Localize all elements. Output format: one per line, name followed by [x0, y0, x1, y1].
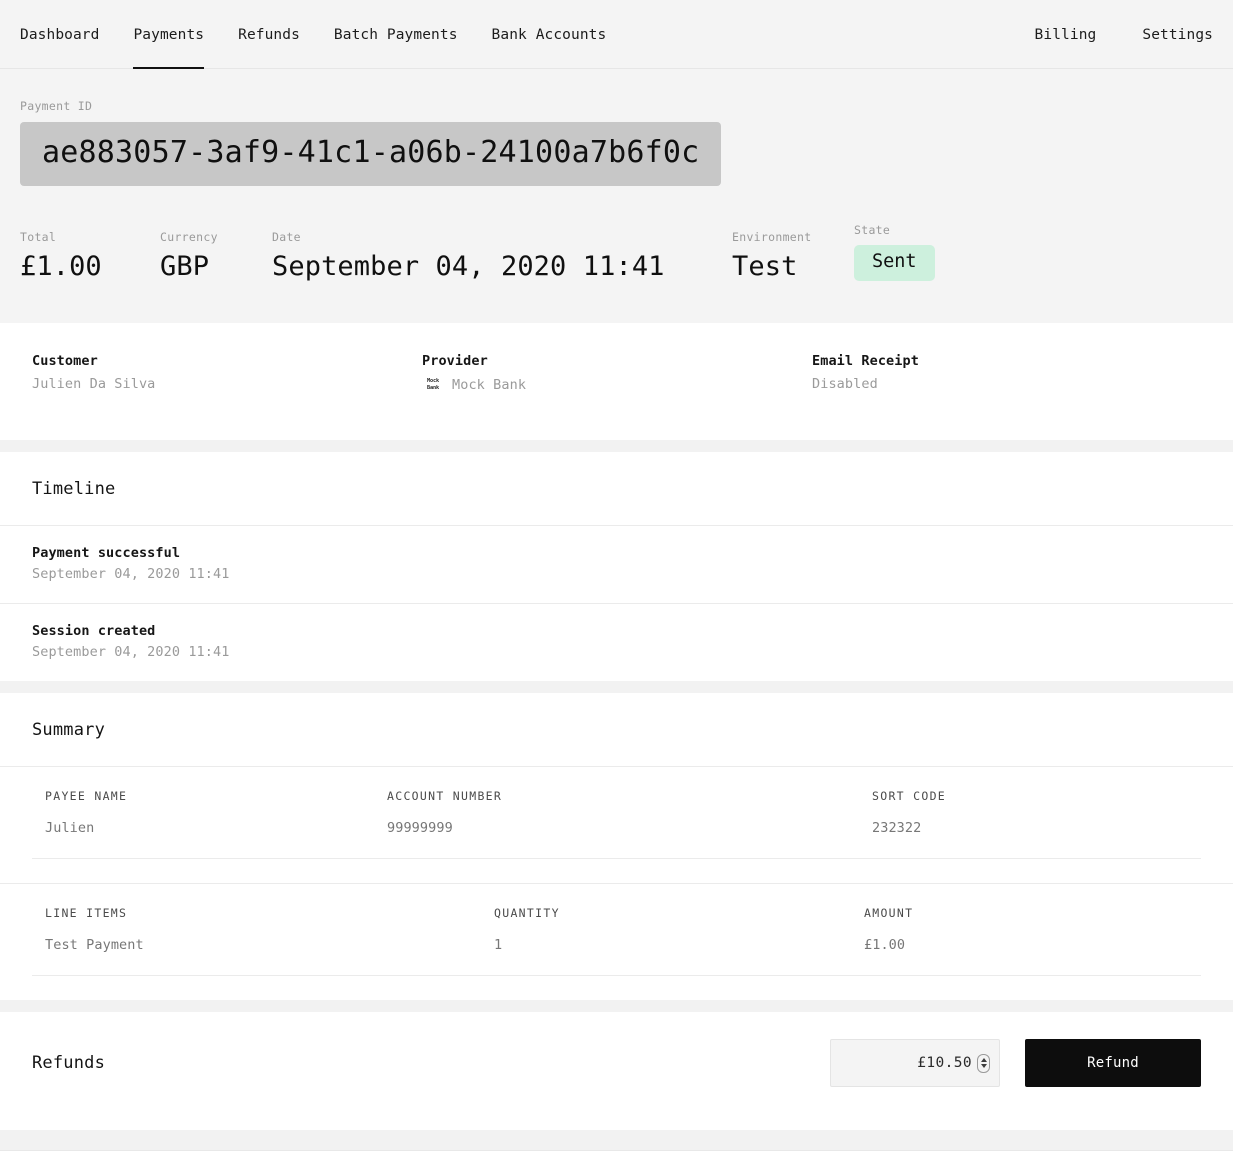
nav-item-refunds[interactable]: Refunds: [238, 0, 300, 69]
table-row: Test Payment 1 £1.00: [32, 920, 1201, 976]
refund-amount-input[interactable]: £10.50: [830, 1039, 1000, 1087]
refunds-row: Refunds £10.50 Refund: [32, 1039, 1201, 1087]
meta-date: Date September 04, 2020 11:41: [272, 230, 732, 281]
nav-item-settings[interactable]: Settings: [1142, 0, 1213, 69]
timeline-header: Timeline: [0, 452, 1233, 526]
nav-item-bank-accounts[interactable]: Bank Accounts: [492, 0, 607, 69]
section-gap: [0, 1000, 1233, 1012]
summary-card: Summary PAYEE NAME ACCOUNT NUMBER SORT C…: [0, 693, 1233, 1000]
table-spacer: [32, 859, 1201, 883]
email-receipt-value: Disabled: [812, 376, 878, 392]
summary-title: Summary: [32, 720, 106, 740]
refund-controls: £10.50 Refund: [830, 1039, 1201, 1087]
secondary-nav-group: Billing Settings: [989, 0, 1213, 69]
payment-id-value[interactable]: ae883057-3af9-41c1-a06b-24100a7b6f0c: [20, 122, 722, 186]
table-header-row: PAYEE NAME ACCOUNT NUMBER SORT CODE: [32, 767, 1201, 803]
top-navigation-bar: Dashboard Payments Refunds Batch Payment…: [0, 0, 1233, 69]
email-receipt-label: Email Receipt: [812, 353, 919, 369]
customer-label: Customer: [32, 353, 98, 369]
refunds-title: Refunds: [32, 1053, 106, 1073]
timeline-card: Timeline Payment successful September 04…: [0, 452, 1233, 681]
payment-meta-row: Total £1.00 Currency GBP Date September …: [20, 222, 1213, 281]
column-header-sort-code: SORT CODE: [872, 789, 947, 803]
state-label: State: [854, 222, 891, 237]
nav-item-billing[interactable]: Billing: [1035, 0, 1097, 69]
cell-account-number: 99999999: [387, 820, 453, 836]
refunds-card: Refunds £10.50 Refund: [0, 1012, 1233, 1130]
meta-state: State Sent: [854, 222, 935, 281]
number-stepper-icon[interactable]: [977, 1053, 990, 1073]
payment-detail-page: Dashboard Payments Refunds Batch Payment…: [0, 0, 1233, 1151]
bank-logo-line-1: Mock: [426, 377, 440, 384]
provider-value-row: Mock Bank Mock Bank: [422, 376, 812, 394]
refund-button[interactable]: Refund: [1025, 1039, 1201, 1087]
column-header-quantity: QUANTITY: [494, 906, 560, 920]
cell-line-item: Test Payment: [45, 937, 144, 953]
line-items-table: LINE ITEMS QUANTITY AMOUNT Test Payment …: [0, 884, 1233, 1000]
mock-bank-logo-icon: Mock Bank: [422, 376, 444, 394]
customer-block: Customer Julien Da Silva: [32, 353, 422, 394]
column-header-line-items: LINE ITEMS: [45, 906, 128, 920]
environment-label: Environment: [732, 229, 812, 244]
cell-quantity: 1: [494, 937, 503, 953]
payment-id-label: Payment ID: [20, 99, 93, 113]
email-receipt-block: Email Receipt Disabled: [812, 353, 919, 394]
timeline-event-date: September 04, 2020 11:41: [32, 644, 230, 660]
timeline-title: Timeline: [32, 479, 116, 499]
provider-label: Provider: [422, 353, 488, 369]
date-value: September 04, 2020 11:41: [272, 250, 665, 282]
currency-value: GBP: [160, 250, 210, 282]
payee-table: PAYEE NAME ACCOUNT NUMBER SORT CODE Juli…: [0, 767, 1233, 884]
section-gap: [0, 681, 1233, 693]
timeline-event: Session created September 04, 2020 11:41: [0, 604, 1233, 681]
payment-hero-section: Payment ID ae883057-3af9-41c1-a06b-24100…: [0, 69, 1233, 323]
bank-logo-line-2: Bank: [426, 385, 440, 391]
cell-sort-code: 232322: [872, 820, 922, 836]
table-header-row: LINE ITEMS QUANTITY AMOUNT: [32, 884, 1201, 920]
meta-total: Total £1.00: [20, 230, 160, 281]
primary-nav-group: Dashboard Payments Refunds Batch Payment…: [20, 0, 640, 69]
refund-amount-value: £10.50: [917, 1055, 972, 1071]
currency-label: Currency: [160, 229, 218, 244]
column-header-amount: AMOUNT: [864, 906, 914, 920]
payment-info-card: Customer Julien Da Silva Provider Mock B…: [0, 323, 1233, 440]
cell-payee-name: Julien: [45, 820, 95, 836]
table-spacer: [32, 976, 1201, 1000]
stepper-down-arrow-icon[interactable]: [980, 1064, 987, 1068]
total-label: Total: [20, 229, 57, 244]
date-label: Date: [272, 229, 301, 244]
timeline-event-title: Payment successful: [32, 545, 181, 561]
nav-item-dashboard[interactable]: Dashboard: [20, 0, 99, 69]
total-value: £1.00: [20, 250, 102, 282]
column-header-account-number: ACCOUNT NUMBER: [387, 789, 503, 803]
summary-header: Summary: [0, 693, 1233, 767]
provider-block: Provider Mock Bank Mock Bank: [422, 353, 812, 394]
customer-value: Julien Da Silva: [32, 376, 156, 392]
column-header-payee-name: PAYEE NAME: [45, 789, 128, 803]
section-gap: [0, 440, 1233, 452]
cell-amount: £1.00: [864, 937, 906, 953]
nav-item-payments[interactable]: Payments: [133, 0, 204, 69]
environment-value: Test: [732, 250, 798, 282]
meta-environment: Environment Test: [732, 230, 854, 281]
provider-name: Mock Bank: [452, 377, 527, 393]
status-badge: Sent: [854, 244, 935, 281]
timeline-event-date: September 04, 2020 11:41: [32, 566, 230, 582]
stepper-up-arrow-icon[interactable]: [980, 1058, 987, 1062]
timeline-event: Payment successful September 04, 2020 11…: [0, 526, 1233, 604]
nav-item-batch-payments[interactable]: Batch Payments: [334, 0, 458, 69]
meta-currency: Currency GBP: [160, 230, 272, 281]
timeline-event-title: Session created: [32, 623, 156, 639]
table-row: Julien 99999999 232322: [32, 803, 1201, 859]
